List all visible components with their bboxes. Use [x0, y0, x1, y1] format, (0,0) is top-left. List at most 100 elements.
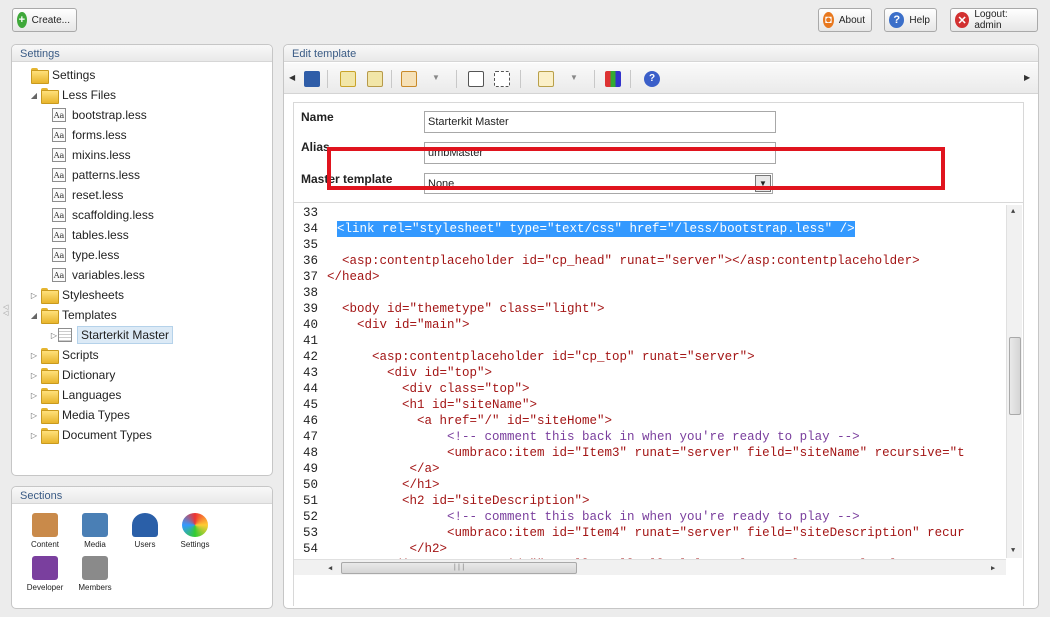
line-number: 45: [302, 398, 318, 412]
placeholder-dropdown-icon[interactable]: ▼: [432, 73, 440, 82]
code-line[interactable]: 40 <div id="main">: [294, 317, 1006, 333]
scroll-down-icon[interactable]: ▼: [1011, 547, 1015, 555]
logout-button[interactable]: ✕ Logout: admin: [950, 8, 1038, 32]
tree-item-mixins-less[interactable]: Aa mixins.less: [50, 145, 131, 165]
code-editor[interactable]: 55 <div id="" ll ll ll l l t l l l l54 <…: [294, 202, 1023, 606]
expanded-arrow-icon[interactable]: ◢: [30, 311, 38, 320]
code-line[interactable]: 54 </h2>: [294, 541, 1006, 557]
tree-item-patterns-less[interactable]: Aa patterns.less: [50, 165, 140, 185]
scroll-left-icon[interactable]: ◀: [328, 564, 332, 573]
insert-snippet-icon[interactable]: [538, 71, 554, 87]
insert-field-icon[interactable]: [340, 71, 356, 87]
collapsed-arrow-icon[interactable]: ▷: [30, 291, 38, 300]
horizontal-scroll-thumb[interactable]: |||: [341, 562, 577, 574]
tree-item-dictionary[interactable]: ▷ Dictionary: [30, 365, 115, 385]
snippet-dropdown-icon[interactable]: ▼: [570, 73, 578, 82]
vertical-scroll-thumb[interactable]: [1009, 337, 1021, 415]
tree-item-label: Languages: [62, 388, 122, 402]
toolbar-scroll-right-icon[interactable]: ▶: [1024, 73, 1030, 82]
code-line[interactable]: 43 <div id="top">: [294, 365, 1006, 381]
code-line[interactable]: 35: [294, 237, 1006, 253]
collapsed-arrow-icon[interactable]: ▷: [30, 371, 38, 380]
code-line[interactable]: 42 <asp:contentplaceholder id="cp_top" r…: [294, 349, 1006, 365]
tree-item-settings[interactable]: Settings: [20, 65, 95, 85]
section-members[interactable]: Members: [72, 556, 118, 592]
tree-item-variables-less[interactable]: Aa variables.less: [50, 265, 145, 285]
section-users[interactable]: Users: [122, 513, 168, 549]
tree-item-scaffolding-less[interactable]: Aa scaffolding.less: [50, 205, 154, 225]
name-input[interactable]: [424, 111, 776, 133]
code-line[interactable]: 37 </head>: [294, 269, 1006, 285]
about-button[interactable]: ◘ About: [818, 8, 872, 32]
toolbar-scroll-left-icon[interactable]: ◀: [289, 73, 295, 82]
code-text: </h2>: [327, 542, 448, 556]
code-line[interactable]: 33: [294, 205, 1006, 221]
code-line[interactable]: 38: [294, 285, 1006, 301]
help-question-icon[interactable]: ?: [644, 71, 660, 87]
about-icon: ◘: [823, 12, 834, 28]
collapsed-arrow-icon[interactable]: ▷: [30, 431, 38, 440]
code-text: <!-- comment this back in when you're re…: [327, 430, 860, 444]
code-line[interactable]: 47 <!-- comment this back in when you're…: [294, 429, 1006, 445]
folder-icon: [41, 88, 59, 104]
insert-content-area-icon[interactable]: [468, 71, 484, 87]
tree-item-bootstrap-less[interactable]: Aa bootstrap.less: [50, 105, 147, 125]
section-label: Settings: [180, 540, 210, 549]
tree-item-starterkit-master[interactable]: ▷ Starterkit Master: [50, 325, 174, 345]
collapsed-arrow-icon[interactable]: ▷: [50, 331, 58, 340]
scroll-up-icon[interactable]: ▲: [1011, 208, 1015, 216]
alias-label: Alias: [301, 140, 330, 154]
save-icon[interactable]: [304, 71, 320, 87]
insert-placeholder-icon[interactable]: [401, 71, 417, 87]
code-line[interactable]: 45 <h1 id="siteName">: [294, 397, 1006, 413]
tree-item-languages[interactable]: ▷ Languages: [30, 385, 121, 405]
help-button[interactable]: ? Help: [884, 8, 937, 32]
section-media[interactable]: Media: [72, 513, 118, 549]
code-line[interactable]: 48 <umbraco:item id="Item3" runat="serve…: [294, 445, 1006, 461]
section-content[interactable]: Content: [22, 513, 68, 549]
code-text: <div id="top">: [327, 366, 493, 380]
code-line[interactable]: 36 <asp:contentplaceholder id="cp_head" …: [294, 253, 1006, 269]
insert-macro-icon[interactable]: [367, 71, 383, 87]
create-button[interactable]: + Create...: [12, 8, 77, 32]
code-line[interactable]: 53 <umbraco:item id="Item4" runat="serve…: [294, 525, 1006, 541]
horizontal-scrollbar[interactable]: ◀ ||| ▶: [294, 559, 1006, 575]
less-file-icon: Aa: [52, 128, 66, 142]
code-line[interactable]: 46 <a href="/" id="siteHome">: [294, 413, 1006, 429]
tree-item-reset-less[interactable]: Aa reset.less: [50, 185, 123, 205]
tree-item-templates[interactable]: ◢ Templates: [30, 305, 117, 325]
tree-item-scripts[interactable]: ▷ Scripts: [30, 345, 99, 365]
tree-item-document-types[interactable]: ▷ Document Types: [30, 425, 152, 445]
expanded-arrow-icon[interactable]: ◢: [30, 91, 38, 100]
code-line[interactable]: 52 <!-- comment this back in when you're…: [294, 509, 1006, 525]
less-file-icon: Aa: [52, 248, 66, 262]
code-line[interactable]: 51 <h2 id="siteDescription">: [294, 493, 1006, 509]
section-developer[interactable]: Developer: [22, 556, 68, 592]
code-line[interactable]: 50 </h1>: [294, 477, 1006, 493]
tree-item-label: Starterkit Master: [77, 326, 174, 344]
collapsed-arrow-icon[interactable]: ▷: [30, 391, 38, 400]
collapsed-arrow-icon[interactable]: ▷: [30, 351, 38, 360]
code-line[interactable]: 34 <link rel="stylesheet" type="text/css"…: [294, 221, 1006, 237]
layout-icon[interactable]: [605, 71, 621, 87]
panel-resize-handle[interactable]: ◁ ◁: [3, 304, 8, 317]
code-line[interactable]: 39 <body id="themetype" class="light">: [294, 301, 1006, 317]
section-settings[interactable]: Settings: [172, 513, 218, 549]
code-line[interactable]: 49 </a>: [294, 461, 1006, 477]
tree-item-tables-less[interactable]: Aa tables.less: [50, 225, 129, 245]
tree-item-type-less[interactable]: Aa type.less: [50, 245, 119, 265]
vertical-scrollbar[interactable]: ▲ ▼: [1006, 205, 1022, 558]
code-line[interactable]: 41: [294, 333, 1006, 349]
scroll-right-icon[interactable]: ▶: [991, 564, 995, 573]
insert-region-icon[interactable]: [494, 71, 510, 87]
code-line[interactable]: 44 <div class="top">: [294, 381, 1006, 397]
tree-item-forms-less[interactable]: Aa forms.less: [50, 125, 127, 145]
collapsed-arrow-icon[interactable]: ▷: [30, 411, 38, 420]
less-file-icon: Aa: [52, 268, 66, 282]
code-text: <umbraco:item id="Item3" runat="server" …: [327, 446, 965, 460]
tree-item-less-files[interactable]: ◢ Less Files: [30, 85, 116, 105]
code-text: </a>: [327, 462, 440, 476]
content-icon: [32, 513, 58, 537]
tree-item-media-types[interactable]: ▷ Media Types: [30, 405, 130, 425]
tree-item-stylesheets[interactable]: ▷ Stylesheets: [30, 285, 124, 305]
